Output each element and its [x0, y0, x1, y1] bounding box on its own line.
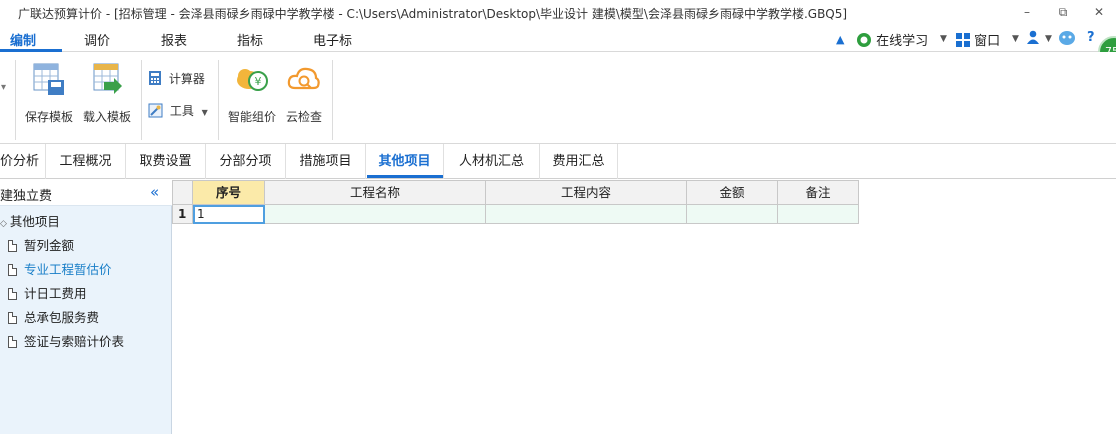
smart-pricing-label: 智能组价 [227, 110, 276, 124]
cloud-check-button[interactable]: 云检查 [280, 60, 328, 138]
menu-adjust-price[interactable]: 调价 [84, 30, 110, 49]
tree-item-specialty-estimate[interactable]: 专业工程暂估价 [8, 259, 112, 278]
table-cell-name[interactable] [265, 205, 486, 224]
restore-button[interactable]: ⧉ [1050, 2, 1076, 22]
row-number[interactable]: 1 [172, 205, 193, 224]
table-cell-amount[interactable] [687, 205, 778, 224]
panel-header: 建独立费 « [0, 180, 172, 206]
tree-item-label: 总承包服务费 [24, 310, 100, 325]
tree-item-claims-table[interactable]: 签证与索赔计价表 [8, 331, 124, 350]
ribbon-separator [15, 60, 16, 140]
minimize-button[interactable]: – [1014, 2, 1040, 22]
column-header-content[interactable]: 工程内容 [486, 180, 687, 205]
smart-pricing-button[interactable]: ¥ 智能组价 [225, 60, 279, 138]
column-header-remark[interactable]: 备注 [778, 180, 859, 205]
panel-title: 建独立费 [0, 189, 53, 204]
table-cell-remark[interactable] [778, 205, 859, 224]
tab-sub-items[interactable]: 分部分项 [206, 144, 286, 179]
tab-labor-material-summary[interactable]: 人材机汇总 [444, 144, 540, 179]
ribbon-separator [332, 60, 333, 140]
corner-header [172, 180, 193, 205]
left-tree-panel: 建独立费 « ◇ 其他项目 暂列金额 专业工程暂估价 计日工费用 总承包服务费 签… [0, 180, 172, 434]
tab-measures[interactable]: 措施项目 [286, 144, 366, 179]
tab-cost-summary[interactable]: 费用汇总 [540, 144, 618, 179]
window-menu-label: 窗口 [974, 34, 1001, 49]
online-learning-icon [857, 33, 871, 47]
save-template-button[interactable]: 保存模板 [22, 60, 76, 138]
document-icon [8, 264, 17, 276]
tools-label: 工具 [169, 104, 194, 118]
load-template-button[interactable]: 载入模板 [80, 60, 134, 138]
help-button[interactable]: ? [1087, 30, 1095, 45]
online-learning-label: 在线学习 [876, 34, 929, 49]
calculator-button[interactable]: 计算器 [148, 70, 205, 90]
mascot-icon[interactable] [1058, 30, 1076, 47]
document-icon [8, 312, 17, 324]
menu-bar: 编制 调价 报表 指标 电子标 [0, 26, 1116, 52]
document-icon [8, 288, 17, 300]
ribbon-separator [218, 60, 219, 140]
tab-price-analysis[interactable]: 价分析 [0, 144, 46, 179]
user-dropdown-icon[interactable]: ▼ [1045, 34, 1052, 44]
tree-root-label: 其他项目 [9, 214, 60, 229]
save-template-icon [33, 63, 64, 95]
smart-pricing-icon: ¥ [237, 69, 268, 91]
table-cell-seq[interactable]: 1 [193, 205, 265, 224]
ribbon-toolbar: ▾ 保存模板 载入模板 计算器 工具 ▼ ¥ 智能组价 云检查 [0, 52, 1116, 144]
tools-dropdown-icon[interactable]: ▼ [202, 108, 208, 117]
tree-item-contractor-service[interactable]: 总承包服务费 [8, 307, 99, 326]
window-grid-icon [956, 33, 970, 47]
cloud-check-icon [287, 67, 320, 90]
tree-item-label: 暂列金额 [24, 238, 75, 253]
tree-item-daywork[interactable]: 计日工费用 [8, 283, 87, 302]
scroll-left-icon[interactable]: ▾ [1, 82, 6, 93]
tree-item-label: 签证与索赔计价表 [24, 334, 125, 349]
tools-button[interactable]: 工具 ▼ [148, 102, 208, 122]
active-tab-underline [367, 175, 443, 178]
load-template-icon [93, 63, 122, 94]
menu-e-bid[interactable]: 电子标 [313, 30, 352, 49]
save-template-label: 保存模板 [24, 110, 73, 124]
module-tabs: 价分析 工程概况 取费设置 分部分项 措施项目 其他项目 人材机汇总 费用汇总 [0, 144, 1116, 179]
column-header-amount[interactable]: 金额 [687, 180, 778, 205]
window-menu-button[interactable]: 窗口 [956, 30, 1000, 49]
ribbon-separator [141, 60, 142, 140]
tab-project-overview[interactable]: 工程概况 [46, 144, 126, 179]
document-icon [8, 240, 17, 252]
tree-root[interactable]: ◇ 其他项目 [0, 211, 60, 230]
tab-fee-settings[interactable]: 取费设置 [126, 144, 206, 179]
tools-icon [148, 103, 163, 118]
load-template-label: 载入模板 [82, 110, 131, 124]
chevron-up-icon[interactable]: ▲ [836, 33, 844, 46]
table-cell-content[interactable] [486, 205, 687, 224]
svg-text:¥: ¥ [255, 75, 262, 88]
calculator-label: 计算器 [168, 72, 205, 86]
tree-item-label: 专业工程暂估价 [24, 262, 112, 277]
menu-indicators[interactable]: 指标 [237, 30, 263, 49]
tree-item-provisional-sum[interactable]: 暂列金额 [8, 235, 74, 254]
column-header-name[interactable]: 工程名称 [265, 180, 486, 205]
tab-other-items[interactable]: 其他项目 [366, 144, 444, 179]
document-icon [8, 336, 17, 348]
menu-reports[interactable]: 报表 [161, 30, 187, 49]
tree-expand-icon[interactable]: ◇ [0, 219, 7, 229]
title-bar: 广联达预算计价 - [招标管理 - 会泽县雨碌乡雨碌中学教学楼 - C:\Use… [0, 0, 1116, 26]
close-button[interactable]: ✕ [1086, 2, 1112, 22]
cloud-check-label: 云检查 [285, 110, 322, 124]
calculator-icon [149, 71, 161, 85]
column-header-seq[interactable]: 序号 [193, 180, 265, 205]
menu-edit[interactable]: 编制 [10, 30, 36, 49]
collapse-panel-icon[interactable]: « [150, 183, 159, 201]
window-title: 广联达预算计价 - [招标管理 - 会泽县雨碌乡雨碌中学教学楼 - C:\Use… [18, 7, 848, 21]
tree-item-label: 计日工费用 [24, 286, 87, 301]
window-dropdown-icon[interactable]: ▼ [1012, 34, 1019, 44]
online-learning-button[interactable]: 在线学习 [856, 30, 928, 49]
user-icon[interactable] [1026, 30, 1040, 46]
dropdown-arrow-icon[interactable]: ▼ [940, 34, 947, 44]
